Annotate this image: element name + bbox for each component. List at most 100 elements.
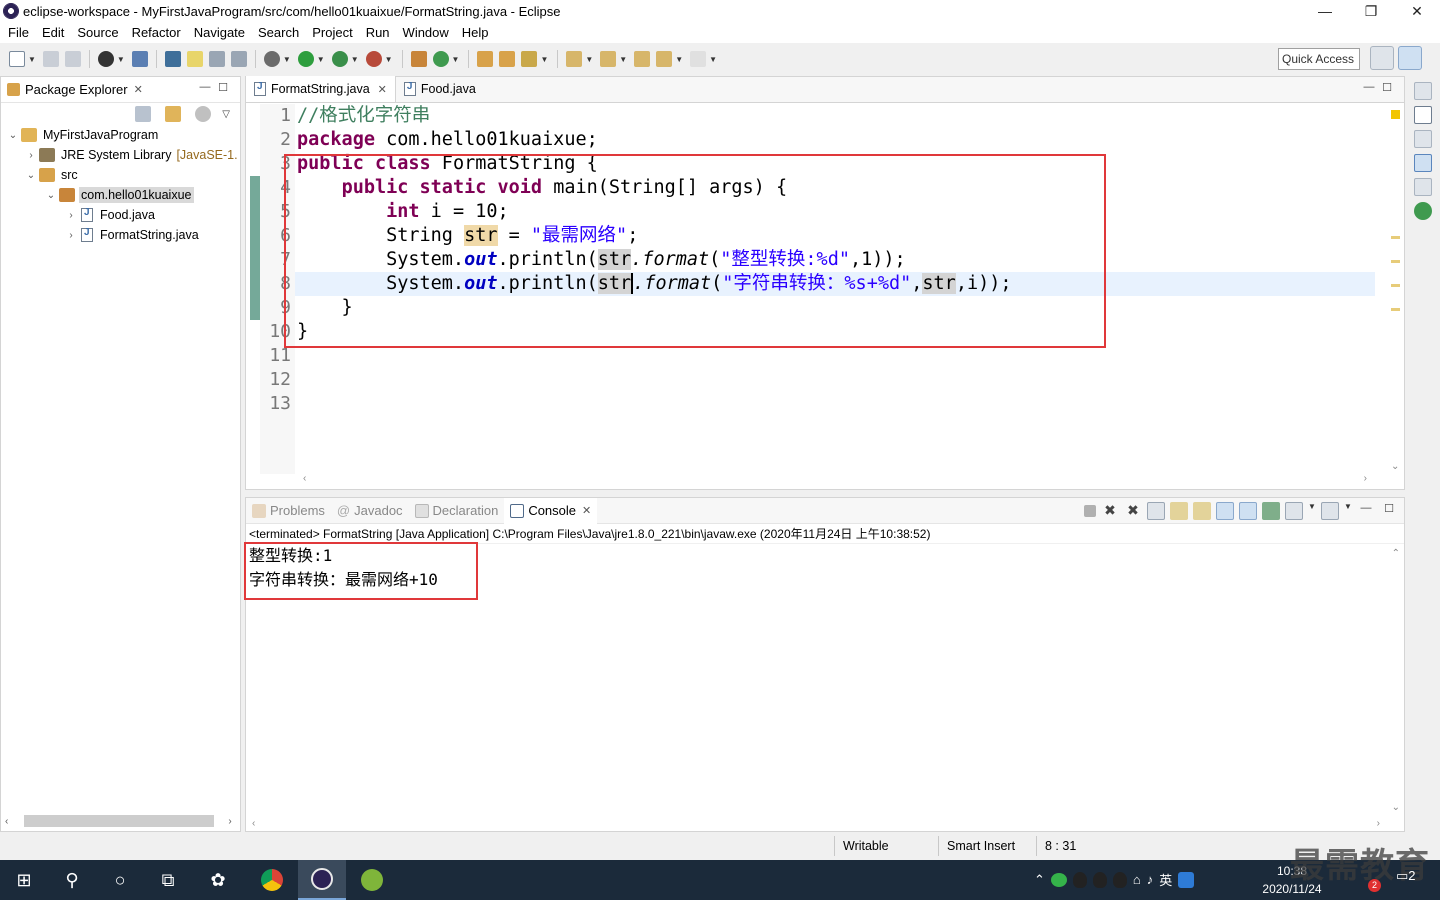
terminate-icon[interactable] xyxy=(1084,505,1096,517)
tree-item-project[interactable]: ⌄ MyFirstJavaProgram xyxy=(1,125,240,145)
tree-item-food-java[interactable]: › Food.java xyxy=(1,205,240,225)
tab-console[interactable]: Console ✕ xyxy=(504,497,598,524)
input-method-icon[interactable] xyxy=(1178,871,1195,888)
menu-help[interactable]: Help xyxy=(457,25,497,40)
chevron-right-icon[interactable]: › xyxy=(65,230,77,241)
scroll-lock-icon[interactable] xyxy=(1170,502,1188,520)
restore-icon[interactable] xyxy=(1414,178,1432,196)
chevron-up-icon[interactable]: ⌃ xyxy=(1034,872,1045,888)
menu-source[interactable]: Source xyxy=(72,25,126,40)
occurrence-marker[interactable] xyxy=(1391,284,1400,287)
display-console-icon[interactable] xyxy=(1285,502,1303,520)
restore-icon[interactable] xyxy=(1414,130,1432,148)
menu-project[interactable]: Project xyxy=(307,25,360,40)
task-list-icon[interactable] xyxy=(1414,202,1432,220)
minimize-view-icon[interactable]: — xyxy=(196,81,214,94)
menu-edit[interactable]: Edit xyxy=(37,25,72,40)
pin-console-icon[interactable] xyxy=(1262,502,1280,520)
tab-package-explorer[interactable]: Package Explorer ✕ xyxy=(1,77,149,103)
chrome-icon[interactable] xyxy=(248,860,296,900)
horizontal-scrollbar[interactable]: ‹ › xyxy=(5,813,237,829)
melon-app-icon[interactable] xyxy=(348,860,396,900)
new-class-dropdown-icon[interactable]: ▼ xyxy=(452,55,460,64)
code-line-2[interactable]: package com.hello01kuaixue; xyxy=(295,128,1375,152)
save-icon[interactable] xyxy=(42,51,59,67)
menu-search[interactable]: Search xyxy=(253,25,307,40)
maximize-view-icon[interactable]: ☐ xyxy=(1378,81,1396,94)
maximize-view-icon[interactable]: ☐ xyxy=(1380,502,1398,520)
windows-start-icon[interactable]: ⊞ xyxy=(0,860,48,900)
search-icon[interactable]: ⚲ xyxy=(48,860,96,900)
tree-item-jre-library[interactable]: › JRE System Library [JavaSE-1. xyxy=(1,145,240,165)
back-arrow-icon[interactable] xyxy=(656,51,673,67)
show-on-stderr-icon[interactable] xyxy=(1239,502,1257,520)
close-icon[interactable]: ✕ xyxy=(134,83,143,96)
scroll-left-icon[interactable]: ‹ xyxy=(303,473,306,487)
quick-access-input[interactable]: Quick Access xyxy=(1278,48,1360,70)
action-center-icon[interactable]: ▭2 xyxy=(1396,868,1416,884)
qq-icon[interactable] xyxy=(1072,871,1087,888)
open-folder-icon[interactable] xyxy=(477,51,494,67)
coverage-icon[interactable] xyxy=(331,51,348,67)
scroll-right-icon[interactable]: › xyxy=(228,816,231,827)
word-wrap-icon[interactable] xyxy=(1193,502,1211,520)
scroll-down-icon[interactable]: ⌄ xyxy=(1392,802,1400,813)
scroll-up-icon[interactable]: ⌃ xyxy=(1392,548,1400,559)
block-selection-icon[interactable] xyxy=(208,51,225,67)
cortana-icon[interactable]: ○ xyxy=(96,860,144,900)
occurrence-marker[interactable] xyxy=(1391,236,1400,239)
close-icon[interactable]: ✕ xyxy=(378,83,387,96)
tree-item-formatstring-java[interactable]: › FormatString.java xyxy=(1,225,240,245)
eclipse-taskbar-icon[interactable] xyxy=(298,860,346,900)
code-line-12[interactable] xyxy=(295,368,1375,392)
menu-navigate[interactable]: Navigate xyxy=(189,25,253,40)
back-dropdown-icon[interactable]: ▼ xyxy=(675,55,683,64)
maximize-button[interactable]: ❐ xyxy=(1348,0,1394,22)
new-icon[interactable] xyxy=(9,51,25,67)
open-type-icon[interactable] xyxy=(164,51,181,67)
tab-javadoc[interactable]: @ Javadoc xyxy=(331,498,409,524)
close-icon[interactable]: ✕ xyxy=(582,504,591,517)
open-console-icon[interactable] xyxy=(1321,502,1339,520)
view-menu-icon[interactable]: ▽ xyxy=(222,109,230,120)
chevron-right-icon[interactable]: › xyxy=(65,210,77,221)
show-on-stdout-icon[interactable] xyxy=(1216,502,1234,520)
profile-dropdown-icon[interactable]: ▼ xyxy=(117,55,125,64)
tree-item-src[interactable]: ⌄ src xyxy=(1,165,240,185)
minimize-view-icon[interactable]: — xyxy=(1360,81,1378,94)
clear-console-icon[interactable] xyxy=(1147,502,1165,520)
skip-breakpoints-icon[interactable] xyxy=(131,51,148,67)
outline-icon[interactable] xyxy=(1414,106,1432,124)
maximize-view-icon[interactable]: ☐ xyxy=(214,81,232,94)
forward-arrow-icon[interactable] xyxy=(690,51,707,67)
wechat-icon[interactable] xyxy=(1050,872,1067,887)
toggle-mark-icon[interactable] xyxy=(186,51,203,67)
scroll-down-icon[interactable]: ⌄ xyxy=(1391,461,1399,472)
scroll-right-icon[interactable]: › xyxy=(1364,473,1367,487)
chevron-down-icon[interactable]: ⌄ xyxy=(25,170,37,181)
scroll-left-icon[interactable]: ‹ xyxy=(5,816,8,827)
open-task-icon[interactable] xyxy=(499,51,516,67)
menu-refactor[interactable]: Refactor xyxy=(127,25,189,40)
minimize-view-icon[interactable]: — xyxy=(1357,502,1375,520)
forward-dropdown-icon[interactable]: ▼ xyxy=(709,55,717,64)
profile-icon[interactable] xyxy=(97,51,114,67)
last-edit-location-icon[interactable] xyxy=(634,51,651,67)
save-all-icon[interactable] xyxy=(64,51,81,67)
tree-item-package[interactable]: ⌄ com.hello01kuaixue xyxy=(1,185,240,205)
pinwheel-app-icon[interactable]: ✿ xyxy=(194,860,242,900)
chevron-down-icon[interactable]: ⌄ xyxy=(45,190,57,201)
link-with-editor-icon[interactable] xyxy=(165,106,182,122)
previous-annotation-icon[interactable] xyxy=(600,51,617,67)
warning-overview-icon[interactable] xyxy=(1391,110,1400,119)
new-java-package-icon[interactable] xyxy=(410,51,427,67)
coverage-dropdown-icon[interactable]: ▼ xyxy=(351,55,359,64)
tab-formatstring-java[interactable]: FormatString.java ✕ xyxy=(246,76,396,102)
java-perspective-icon[interactable] xyxy=(1398,46,1422,70)
scrollbar-thumb[interactable] xyxy=(24,815,215,827)
code-line-1[interactable]: //格式化字符串 xyxy=(295,104,1375,128)
focus-task-icon[interactable] xyxy=(195,106,212,122)
tab-declaration[interactable]: Declaration xyxy=(409,498,505,524)
tab-food-java[interactable]: Food.java xyxy=(396,76,484,102)
editor-vertical-scrollbar[interactable]: ⌄ xyxy=(1388,104,1404,474)
